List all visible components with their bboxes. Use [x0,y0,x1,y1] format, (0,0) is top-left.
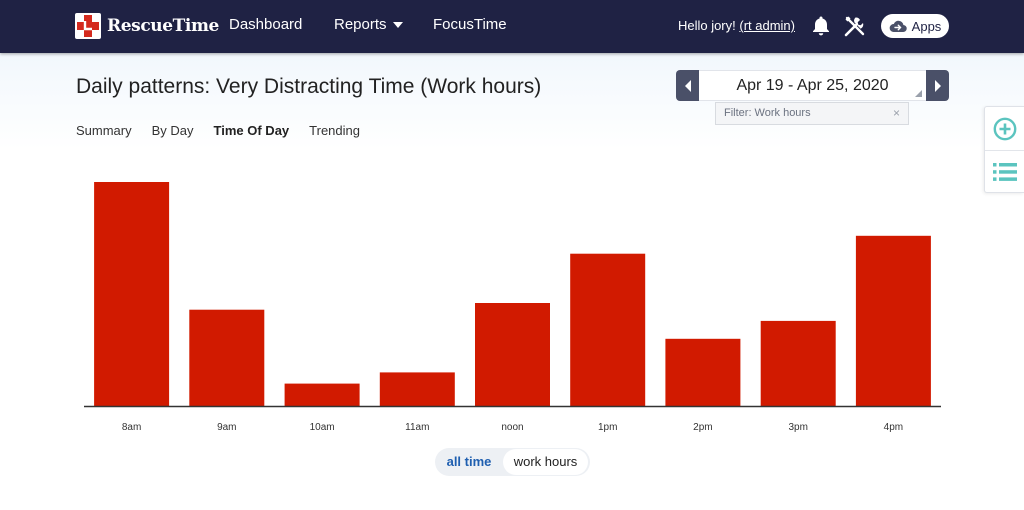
add-button[interactable] [985,107,1024,151]
brand-name: RescueTime [107,16,219,36]
tab-trending[interactable]: Trending [309,123,360,138]
x-tick-label: 9am [217,422,236,433]
x-tick-label: 8am [122,422,141,433]
toggle-all-time[interactable]: all time [435,448,503,476]
tab-summary[interactable]: Summary [76,123,132,138]
resize-handle-icon [915,90,922,97]
top-nav: RescueTime Dashboard Reports FocusTime H… [0,0,1024,53]
user-greeting: Hello jory! (rt admin) [678,18,795,33]
x-tick-label: 3pm [788,422,807,433]
bar-1pm[interactable] [570,253,646,406]
page-title: Daily patterns: Very Distracting Time (W… [76,75,542,98]
filter-chip[interactable]: Filter: Work hours × [715,102,909,125]
bar-11am[interactable] [379,372,455,406]
nav-focustime[interactable]: FocusTime [433,16,507,33]
bar-9am[interactable] [189,309,265,406]
chevron-down-icon [392,22,403,29]
apps-label: Apps [911,18,942,34]
time-range-toggle: all time work hours [435,448,590,476]
cloud-icon [889,20,907,33]
bar-3pm[interactable] [760,320,836,406]
date-range-field[interactable]: Apr 19 - Apr 25, 2020 [699,70,926,101]
x-tick-label: noon [501,422,523,433]
brand-logo[interactable]: RescueTime [75,12,219,40]
greeting-text: Hello jory! [677,18,736,33]
close-icon[interactable]: × [893,103,900,124]
nav-reports[interactable]: Reports [334,16,403,33]
bell-icon[interactable] [809,14,833,38]
nav-reports-label: Reports [334,16,387,33]
bar-noon[interactable] [475,303,550,406]
chevron-right-icon [934,79,941,92]
report-subtabs: Summary By Day Time Of Day Trending [76,123,360,138]
bar-4pm[interactable] [855,235,931,406]
chevron-left-icon [684,79,691,92]
bar-8am[interactable] [94,182,170,406]
x-tick-label: 10am [310,422,335,433]
nav-dashboard[interactable]: Dashboard [229,16,302,33]
bar-chart: 8am 9am 10am 11am noon 1pm 2pm 3pm 4pm [84,182,941,433]
date-range-picker: Apr 19 - Apr 25, 2020 [676,70,949,101]
tab-by-day[interactable]: By Day [152,123,194,138]
toggle-work-hours[interactable]: work hours [503,449,588,475]
rescuetime-logo-icon [75,13,101,39]
filter-label: Filter: Work hours [724,107,811,119]
bar-10am[interactable] [284,383,360,406]
tab-time-of-day[interactable]: Time Of Day [214,123,290,138]
next-period-button[interactable] [926,70,949,101]
apps-button[interactable]: Apps [881,14,949,38]
tools-icon[interactable] [843,14,867,38]
admin-link[interactable]: (rt admin) [739,18,795,33]
x-tick-label: 11am [405,422,429,433]
x-tick-label: 4pm [884,422,903,433]
time-of-day-chart: 8am 9am 10am 11am noon 1pm 2pm 3pm 4pm [0,150,1024,445]
plus-circle-icon [993,117,1017,140]
x-tick-label: 1pm [598,422,617,433]
x-tick-label: 2pm [693,422,712,433]
previous-period-button[interactable] [676,70,699,101]
date-range-text: Apr 19 - Apr 25, 2020 [736,77,889,94]
bar-2pm[interactable] [665,338,741,406]
